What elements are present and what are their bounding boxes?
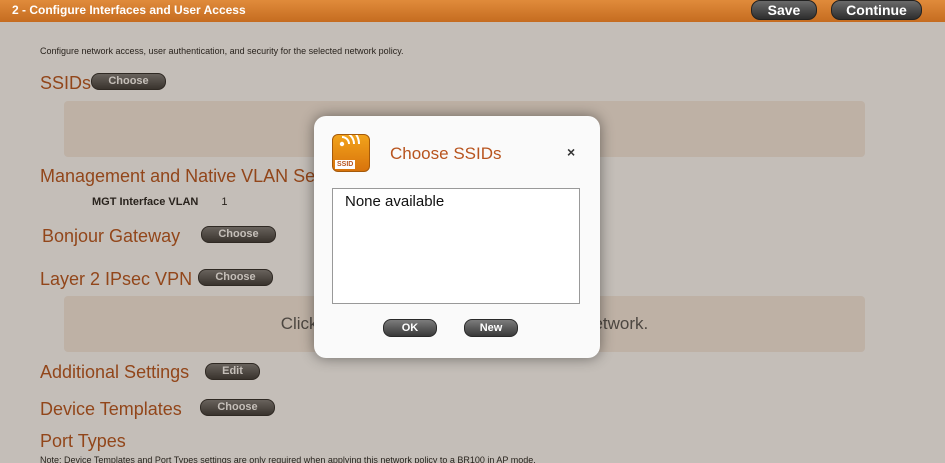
continue-button[interactable]: Continue: [831, 0, 922, 20]
save-button[interactable]: Save: [751, 0, 817, 20]
ssid-list[interactable]: None available: [332, 188, 580, 304]
header-title: 2 - Configure Interfaces and User Access: [12, 3, 246, 17]
header-bar: 2 - Configure Interfaces and User Access…: [0, 0, 945, 22]
ssid-icon-label: SSID: [335, 160, 356, 169]
list-item: None available: [345, 193, 445, 210]
close-icon[interactable]: ×: [567, 144, 575, 160]
new-button[interactable]: New: [464, 319, 518, 337]
dialog-title: Choose SSIDs: [390, 144, 502, 163]
ssid-icon: SSID: [332, 134, 370, 172]
ok-button[interactable]: OK: [383, 319, 437, 337]
choose-ssids-dialog: SSID Choose SSIDs × None available OK Ne…: [314, 116, 600, 358]
